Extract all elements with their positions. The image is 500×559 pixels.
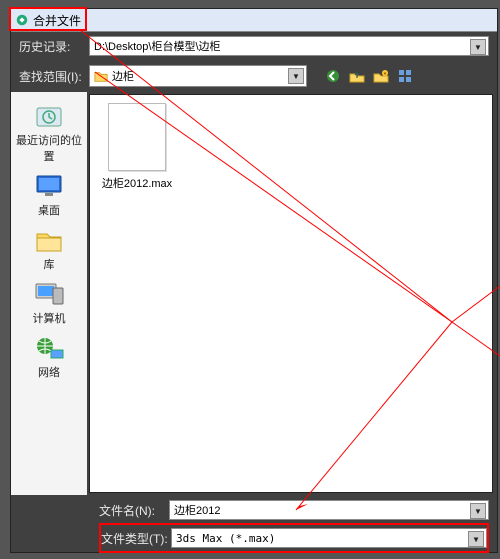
up-icon[interactable] (349, 68, 365, 84)
places-computer[interactable]: 计算机 (13, 276, 85, 326)
places-library[interactable]: 库 (13, 222, 85, 272)
network-icon (33, 334, 65, 362)
chevron-down-icon[interactable]: ▼ (468, 531, 484, 547)
views-icon[interactable] (397, 68, 413, 84)
chevron-down-icon[interactable]: ▼ (288, 68, 304, 84)
new-folder-icon[interactable]: ★ (373, 68, 389, 84)
desktop-icon (33, 172, 65, 200)
history-label: 历史记录: (19, 38, 89, 55)
places-desktop-label: 桌面 (13, 202, 85, 218)
svg-text:★: ★ (383, 71, 388, 77)
back-icon[interactable] (325, 68, 341, 84)
places-recent-label: 最近访问的位置 (13, 132, 85, 164)
filename-combo[interactable]: 边柜2012 ▼ (169, 500, 489, 520)
toolbar-icons: ★ (325, 68, 413, 84)
filename-value: 边柜2012 (174, 502, 220, 518)
lookin-row: 查找范围(I): 边柜 ▼ ★ (11, 60, 497, 92)
history-combo[interactable]: D:\Desktop\柜台模型\边柜 ▼ (89, 36, 489, 56)
file-item-label: 边柜2012.max (100, 175, 174, 191)
places-library-label: 库 (13, 256, 85, 272)
folder-icon (94, 69, 108, 83)
chevron-down-icon[interactable]: ▼ (470, 503, 486, 519)
places-recent[interactable]: 最近访问的位置 (13, 98, 85, 164)
window-title: 合并文件 (33, 12, 81, 29)
filetype-row: 文件类型(T): 3ds Max (*.max) ▼ (99, 523, 489, 553)
history-value: D:\Desktop\柜台模型\边柜 (94, 38, 221, 54)
filetype-label: 文件类型(T): (101, 530, 171, 547)
lookin-combo[interactable]: 边柜 ▼ (89, 65, 307, 87)
chevron-down-icon[interactable]: ▼ (470, 39, 486, 55)
filename-row: 文件名(N): 边柜2012 ▼ (99, 497, 489, 523)
lookin-label: 查找范围(I): (19, 68, 89, 85)
places-bar: 最近访问的位置 桌面 库 计算机 (11, 92, 87, 495)
file-thumbnail-icon (108, 103, 166, 171)
titlebar[interactable]: 合并文件 (11, 9, 497, 32)
merge-file-dialog: 合并文件 历史记录: D:\Desktop\柜台模型\边柜 ▼ 查找范围(I):… (10, 8, 498, 553)
filename-label: 文件名(N): (99, 502, 169, 519)
body-area: 最近访问的位置 桌面 库 计算机 (11, 92, 497, 495)
places-desktop[interactable]: 桌面 (13, 168, 85, 218)
filetype-combo[interactable]: 3ds Max (*.max) ▼ (171, 528, 487, 548)
history-row: 历史记录: D:\Desktop\柜台模型\边柜 ▼ (11, 32, 497, 60)
filetype-value: 3ds Max (*.max) (176, 532, 275, 545)
library-icon (33, 226, 65, 254)
file-list-pane[interactable]: 边柜2012.max (89, 94, 493, 493)
computer-icon (33, 280, 65, 308)
recent-icon (33, 102, 65, 130)
file-item[interactable]: 边柜2012.max (100, 103, 174, 191)
app-icon (15, 13, 29, 27)
places-network-label: 网络 (13, 364, 85, 380)
lookin-value: 边柜 (112, 68, 134, 84)
bottom-fields: 文件名(N): 边柜2012 ▼ 文件类型(T): 3ds Max (*.max… (11, 495, 497, 559)
places-network[interactable]: 网络 (13, 330, 85, 380)
places-computer-label: 计算机 (13, 310, 85, 326)
